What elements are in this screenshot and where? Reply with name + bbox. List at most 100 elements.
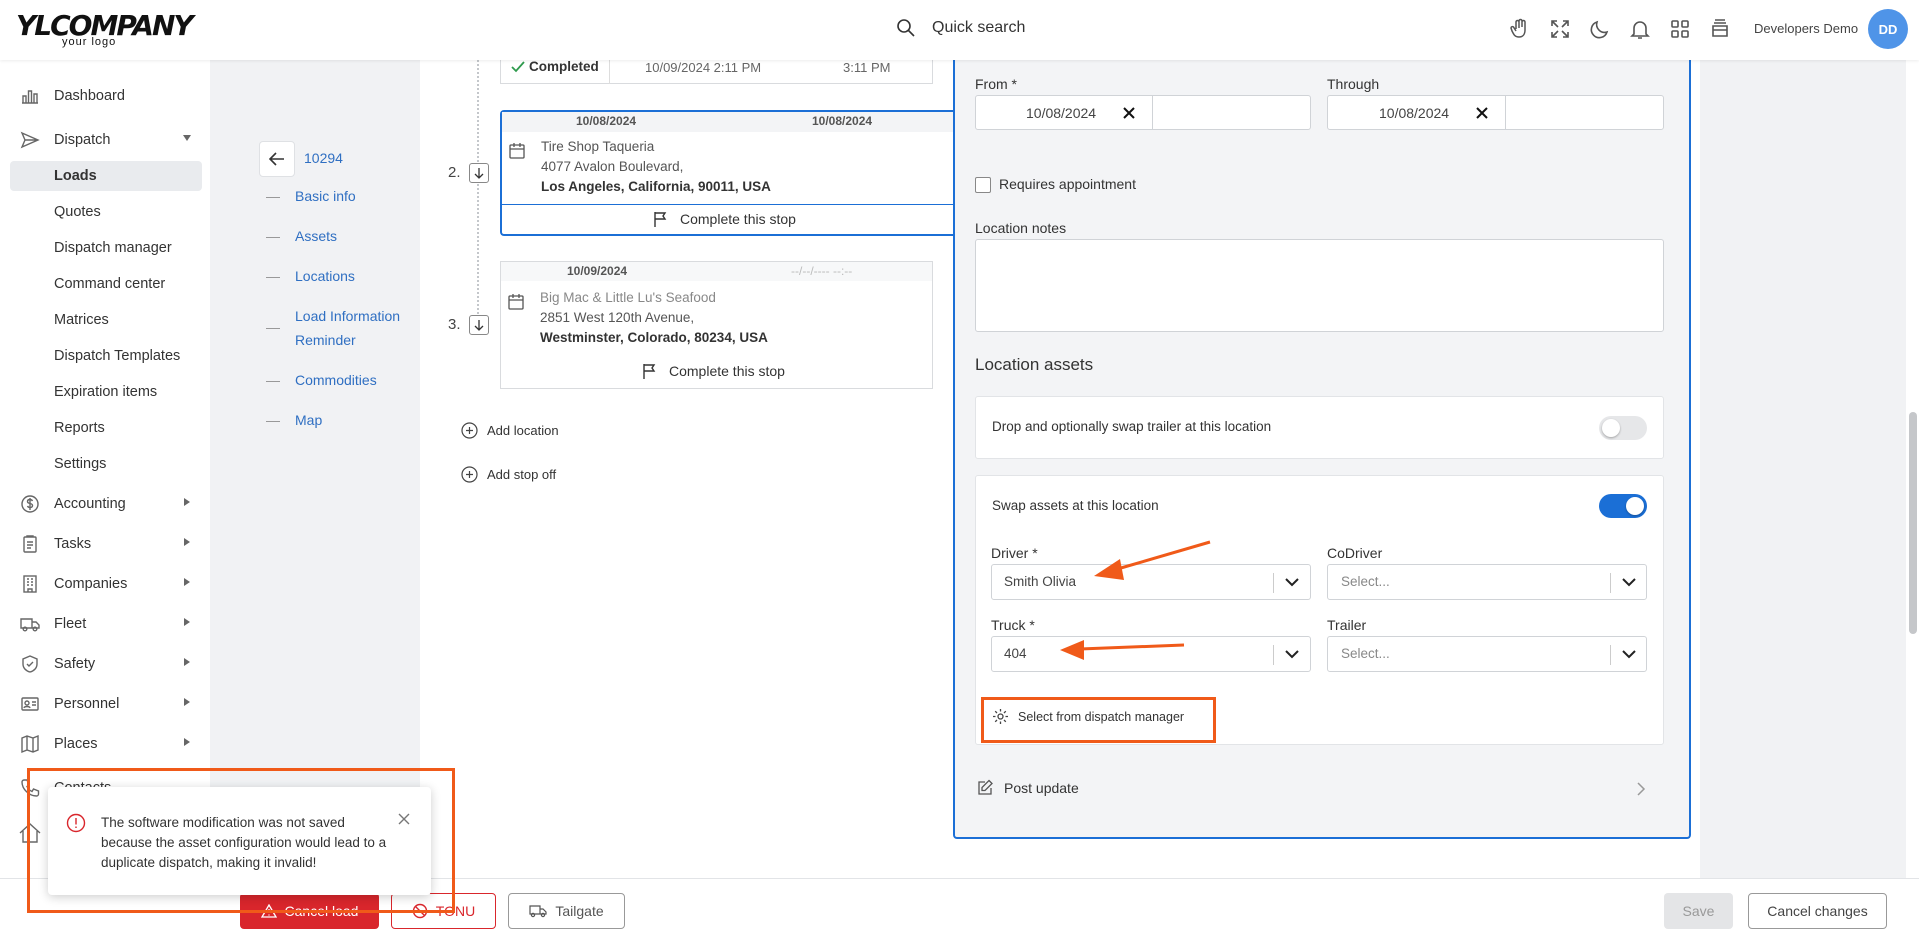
sidebar-item-settings[interactable]: Settings xyxy=(10,449,202,479)
move-down-button[interactable] xyxy=(469,315,489,335)
sidebar-item-safety[interactable]: Safety xyxy=(10,649,202,679)
bell-icon[interactable] xyxy=(1628,17,1652,41)
sidebar-item-places[interactable]: Places xyxy=(10,729,202,759)
calendar-icon xyxy=(507,293,525,311)
load-nav-locations[interactable]: Locations xyxy=(295,264,355,288)
back-button[interactable] xyxy=(259,141,295,177)
sidebar-item-companies[interactable]: Companies xyxy=(10,569,202,599)
stop-card-selected[interactable]: 10/08/2024 10/08/2024 Tire Shop Taqueria… xyxy=(500,110,955,236)
load-nav-basic-info[interactable]: Basic info xyxy=(295,184,356,208)
toggle-knob xyxy=(1602,419,1620,437)
chevron-right-icon[interactable] xyxy=(1637,782,1646,796)
user-name[interactable]: Developers Demo xyxy=(1754,21,1858,36)
sidebar-item-dispatch[interactable]: Dispatch xyxy=(10,125,202,155)
stop-city: Los Angeles, California, 90011, USA xyxy=(541,179,771,194)
sidebar-item-loads[interactable]: Loads xyxy=(10,161,202,191)
tailgate-button[interactable]: Tailgate xyxy=(508,893,625,929)
chevron-right-icon xyxy=(182,697,192,707)
move-down-button[interactable] xyxy=(469,163,489,183)
sidebar-item-command-center[interactable]: Command center xyxy=(10,269,202,299)
codriver-placeholder: Select... xyxy=(1341,574,1390,589)
through-label: Through xyxy=(1327,76,1380,92)
sidebar-item-quotes[interactable]: Quotes xyxy=(10,197,202,227)
save-button[interactable]: Save xyxy=(1664,893,1733,929)
stop-date-from: 10/09/2024 xyxy=(567,264,628,278)
scrollbar-thumb[interactable] xyxy=(1909,412,1917,634)
complete-stop-button[interactable]: Complete this stop xyxy=(652,210,796,228)
moon-icon[interactable] xyxy=(1588,17,1612,41)
trailer-label: Trailer xyxy=(1327,617,1367,633)
archive-icon[interactable] xyxy=(1708,17,1732,41)
stop-street: 2851 West 120th Avenue, xyxy=(540,310,695,325)
stop-date-from: 10/08/2024 xyxy=(576,114,637,128)
load-nav-panel xyxy=(210,60,420,880)
sidebar-item-tasks[interactable]: Tasks xyxy=(10,529,202,559)
truck-label: Truck * xyxy=(991,617,1035,633)
load-nav-load-information-reminder[interactable]: Load Information Reminder xyxy=(295,304,415,352)
sidebar-item-dispatch-templates[interactable]: Dispatch Templates xyxy=(10,341,202,371)
hand-icon[interactable] xyxy=(1508,17,1532,41)
swap-assets-toggle[interactable] xyxy=(1599,494,1647,518)
load-nav-assets[interactable]: Assets xyxy=(295,224,337,248)
load-nav-commodities[interactable]: Commodities xyxy=(295,368,377,392)
grid-icon[interactable] xyxy=(1668,17,1692,41)
sidebar-item-matrices[interactable]: Matrices xyxy=(10,305,202,335)
sidebar-item-dashboard[interactable]: Dashboard xyxy=(10,81,202,111)
logo-tagline: your logo xyxy=(62,36,117,48)
sidebar-item-fleet[interactable]: Fleet xyxy=(10,609,202,639)
complete-stop-button[interactable]: Complete this stop xyxy=(641,362,785,380)
cancel-changes-button[interactable]: Cancel changes xyxy=(1748,893,1887,929)
requires-appointment-label: Requires appointment xyxy=(999,176,1136,192)
highlight-error-toast xyxy=(27,768,455,913)
through-date-field[interactable]: 10/08/2024 xyxy=(1327,95,1664,130)
plus-circle-icon xyxy=(461,422,478,439)
chevron-right-icon xyxy=(182,737,192,747)
post-update-button[interactable]: Post update xyxy=(977,779,1079,796)
stop-name: Big Mac & Little Lu's Seafood xyxy=(540,290,716,305)
divider xyxy=(1152,96,1153,129)
sidebar-item-expiration-items[interactable]: Expiration items xyxy=(10,377,202,407)
from-date-field[interactable]: 10/08/2024 xyxy=(975,95,1311,130)
clear-icon[interactable] xyxy=(1476,107,1488,119)
nav-dash xyxy=(266,381,280,382)
completed-status: Completed xyxy=(511,59,599,74)
trailer-select[interactable]: Select... xyxy=(1327,636,1647,672)
chart-icon xyxy=(20,86,40,106)
drop-swap-toggle[interactable] xyxy=(1599,416,1647,440)
sidebar-item-personnel[interactable]: Personnel xyxy=(10,689,202,719)
arrow-left-icon xyxy=(269,152,285,166)
fullscreen-icon[interactable] xyxy=(1548,17,1572,41)
chevron-right-icon xyxy=(182,657,192,667)
quick-search-input[interactable]: Quick search xyxy=(932,19,1025,37)
truck-value: 404 xyxy=(1004,646,1027,661)
nav-dash xyxy=(266,197,280,198)
codriver-label: CoDriver xyxy=(1327,545,1383,561)
load-nav-map[interactable]: Map xyxy=(295,408,322,432)
add-location-button[interactable]: Add location xyxy=(461,422,559,439)
sidebar-item-dispatch-manager[interactable]: Dispatch manager xyxy=(10,233,202,263)
divider xyxy=(1610,645,1611,665)
avatar[interactable]: DD xyxy=(1868,9,1908,49)
requires-appointment-checkbox[interactable] xyxy=(975,177,991,193)
flag-icon xyxy=(643,364,656,379)
stop-date-to: 10/08/2024 xyxy=(812,114,873,128)
sidebar-item-reports[interactable]: Reports xyxy=(10,413,202,443)
codriver-select[interactable]: Select... xyxy=(1327,564,1647,600)
stop-date-to: --/--/---- --:-- xyxy=(791,264,853,278)
driver-label: Driver * xyxy=(991,545,1038,561)
stop-card[interactable]: 10/09/2024 --/--/---- --:-- Big Mac & Li… xyxy=(500,261,933,389)
search-icon[interactable] xyxy=(896,18,916,38)
edit-icon xyxy=(978,779,993,795)
top-bar: YLCOMPANY your logo Quick search Develop… xyxy=(0,0,1919,60)
location-assets-title: Location assets xyxy=(975,355,1094,374)
divider xyxy=(502,204,955,205)
highlight-dispatch-manager xyxy=(981,697,1216,743)
stop-card-header xyxy=(501,262,932,281)
clear-icon[interactable] xyxy=(1123,107,1135,119)
check-icon xyxy=(511,60,525,72)
swap-assets-label: Swap assets at this location xyxy=(992,498,1159,513)
drop-swap-label: Drop and optionally swap trailer at this… xyxy=(992,419,1272,434)
location-notes-textarea[interactable] xyxy=(975,239,1664,332)
add-stop-off-button[interactable]: Add stop off xyxy=(461,466,556,483)
sidebar-item-accounting[interactable]: Accounting xyxy=(10,489,202,519)
